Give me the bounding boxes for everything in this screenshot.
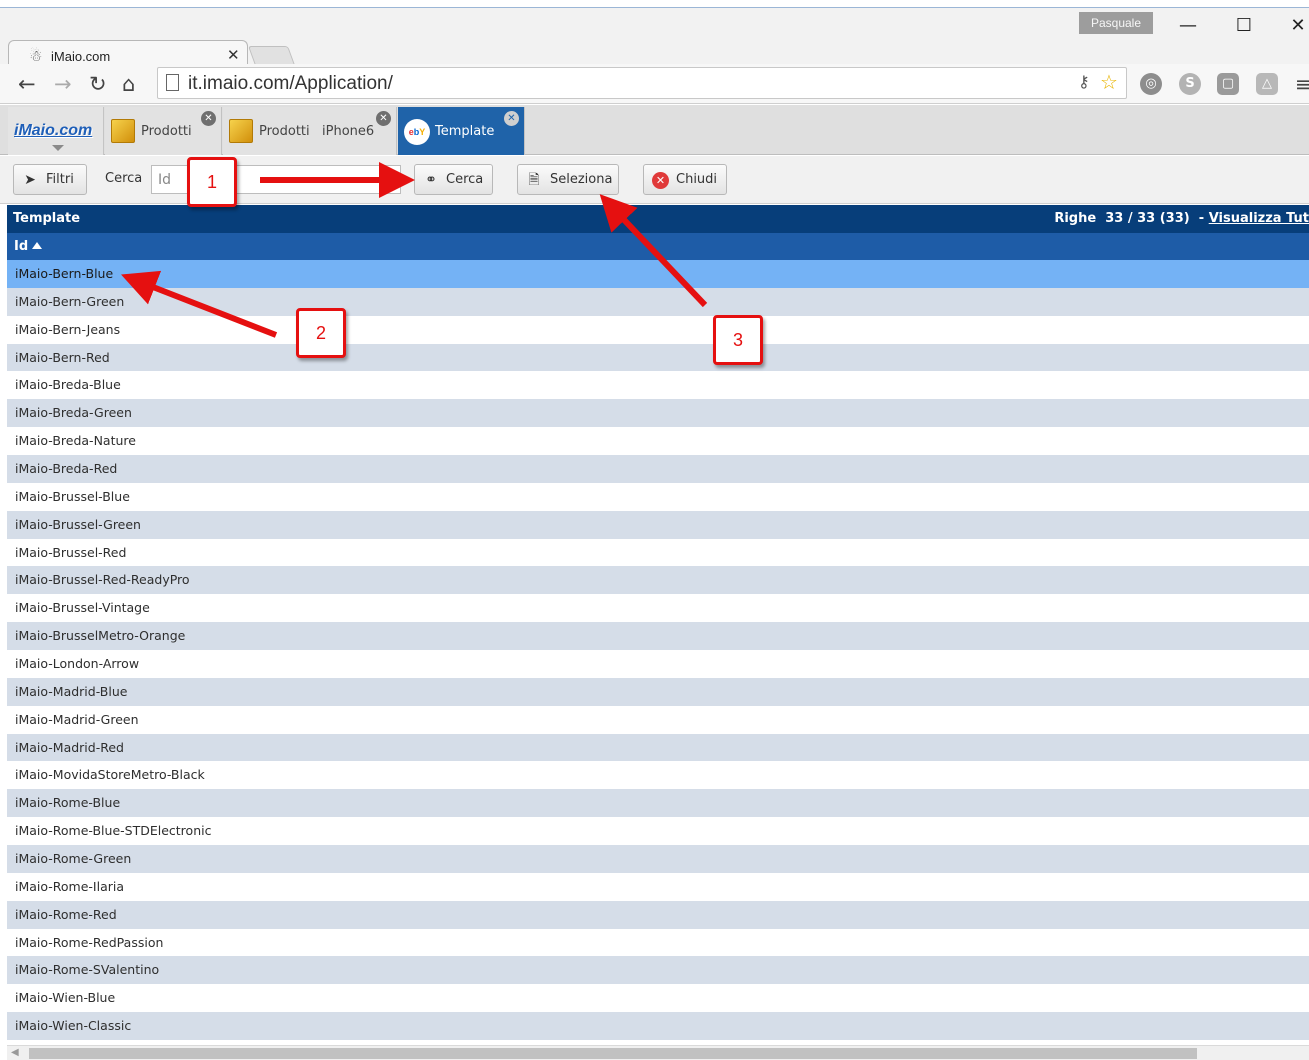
view-all-link[interactable]: Visualizza Tut (1209, 211, 1309, 226)
chevron-down-icon[interactable] (52, 145, 64, 151)
maximize-button[interactable]: ☐ (1222, 12, 1266, 40)
filtri-button[interactable]: ➤ Filtri (13, 164, 87, 195)
close-icon[interactable]: ✕ (504, 111, 519, 126)
skype-icon[interactable]: S (1179, 73, 1201, 95)
table-row[interactable]: iMaio-Madrid-Blue (7, 677, 1309, 706)
annotation-callout-3: 3 (713, 315, 763, 365)
table-row[interactable]: iMaio-Rome-RedPassion (7, 928, 1309, 957)
tab-label: Prodotti iPhone6 (259, 124, 375, 139)
chiudi-button[interactable]: ✕ Chiudi (643, 164, 727, 195)
table-row[interactable]: iMaio-MovidaStoreMetro-Black (7, 761, 1309, 790)
table-row[interactable]: iMaio-Rome-Blue-STDElectronic (7, 817, 1309, 846)
tab-label: Prodotti (141, 124, 192, 139)
sort-ascending-icon (32, 242, 43, 249)
table-row[interactable]: iMaio-Breda-Green (7, 399, 1309, 428)
page-icon (166, 74, 179, 91)
grid-title: Template (13, 211, 81, 226)
row-count-text: Righe 33 / 33 (33) - (1054, 211, 1209, 226)
table-row[interactable]: iMaio-Bern-Red (7, 343, 1309, 372)
tab-title: iMaio.com (51, 49, 111, 64)
box-icon (111, 119, 135, 143)
back-icon[interactable]: ← (18, 71, 36, 97)
tab-template[interactable]: ebY Template ✕ (398, 107, 525, 155)
table-row[interactable]: iMaio-Wien-Blue (7, 984, 1309, 1013)
tab-favicon-icon: ☃ (29, 47, 43, 65)
table-row[interactable]: iMaio-Rome-Red (7, 900, 1309, 929)
close-window-button[interactable]: ✕ (1276, 12, 1309, 40)
annotation-callout-2: 2 (296, 308, 346, 358)
ebay-icon: ebY (404, 119, 430, 145)
table-row[interactable]: iMaio-Brussel-Blue (7, 482, 1309, 511)
filtri-label: Filtri (46, 172, 74, 187)
grid-header: Id (7, 233, 1309, 260)
table-row[interactable]: iMaio-Brussel-Vintage (7, 594, 1309, 623)
star-icon[interactable]: ☆ (1100, 70, 1118, 94)
table-row[interactable]: iMaio-Rome-Green (7, 845, 1309, 873)
select-document-icon: 🗎 (528, 172, 540, 188)
search-label: Cerca (105, 171, 143, 186)
chiudi-label: Chiudi (676, 172, 718, 187)
scrollbar-thumb[interactable] (29, 1048, 1197, 1059)
user-profile-badge[interactable]: Pasquale (1079, 12, 1153, 34)
table-row[interactable]: iMaio-Wien-Classic (7, 1012, 1309, 1041)
box-icon (229, 119, 253, 143)
annotation-callout-1: 1 (187, 157, 237, 207)
table-row[interactable]: iMaio-Madrid-Green (7, 705, 1309, 734)
close-icon[interactable]: ✕ (201, 111, 216, 126)
table-row[interactable]: iMaio-Rome-Ilaria (7, 872, 1309, 901)
address-bar[interactable]: it.imaio.com/Application/ ⚷ ☆ (157, 67, 1127, 99)
browser-toolbar: ← → ↻ ⌂ it.imaio.com/Application/ ⚷ ☆ ◎ … (0, 64, 1309, 104)
binoculars-icon: ⚭ (425, 172, 437, 188)
row-count: Righe 33 / 33 (33) - Visualizza Tut (1054, 211, 1309, 226)
table-row[interactable]: iMaio-Rome-Blue (7, 789, 1309, 818)
logo-text: iMaio.com (14, 122, 93, 139)
column-header-id[interactable]: Id (14, 239, 43, 254)
filter-icon: ➤ (24, 172, 36, 188)
extension-icon[interactable]: ◎ (1140, 73, 1162, 95)
close-icon: ✕ (652, 172, 669, 189)
reload-icon[interactable]: ↻ (89, 71, 107, 97)
table-row[interactable]: iMaio-Madrid-Red (7, 733, 1309, 762)
forward-icon[interactable]: → (54, 71, 72, 97)
table-row[interactable]: iMaio-Bern-Jeans (7, 315, 1309, 344)
table-row[interactable]: iMaio-Rome-SValentino (7, 956, 1309, 985)
seleziona-label: Seleziona (550, 172, 613, 187)
cerca-button[interactable]: ⚭ Cerca (414, 164, 493, 195)
table-row[interactable]: iMaio-Brussel-Red-ReadyPro (7, 566, 1309, 595)
tab-close-icon[interactable]: ✕ (227, 46, 240, 64)
table-row[interactable]: iMaio-Breda-Red (7, 455, 1309, 483)
key-icon[interactable]: ⚷ (1078, 72, 1090, 91)
table-row[interactable]: iMaio-BrusselMetro-Orange (7, 622, 1309, 651)
table-row[interactable]: iMaio-Brussel-Green (7, 510, 1309, 539)
app-tab-bar: iMaio.com Prodotti ✕ Prodotti iPhone6 ✕ … (0, 105, 1309, 155)
extension-icon[interactable]: ▢ (1217, 73, 1239, 95)
table-row[interactable]: iMaio-Brussel-Red (7, 538, 1309, 567)
drive-icon[interactable]: △ (1256, 73, 1278, 95)
scroll-left-icon[interactable]: ◀ (11, 1047, 19, 1058)
horizontal-scrollbar[interactable]: ◀ (7, 1045, 1309, 1060)
tab-prodotti[interactable]: Prodotti ✕ (105, 107, 222, 155)
tab-label: Template (435, 124, 495, 139)
table-row[interactable]: iMaio-London-Arrow (7, 650, 1309, 678)
tab-prodotti-iphone6[interactable]: Prodotti iPhone6 ✕ (223, 107, 397, 155)
grid-body: iMaio-Bern-Blue iMaio-Bern-Green iMaio-Ber… (7, 260, 1309, 1041)
table-row[interactable]: iMaio-Breda-Blue (7, 371, 1309, 400)
cerca-label: Cerca (446, 172, 484, 187)
column-label: Id (14, 239, 29, 254)
table-row[interactable]: iMaio-Bern-Blue (7, 260, 1309, 288)
menu-icon[interactable]: ≡ (1295, 72, 1309, 96)
app-logo[interactable]: iMaio.com (8, 107, 104, 155)
table-row[interactable]: iMaio-Bern-Green (7, 287, 1309, 316)
grid-title-bar: Template Righe 33 / 33 (33) - Visualizza… (7, 205, 1309, 233)
url-text: it.imaio.com/Application/ (188, 73, 393, 94)
home-icon[interactable]: ⌂ (122, 71, 135, 97)
table-row[interactable]: iMaio-Breda-Nature (7, 427, 1309, 456)
seleziona-button[interactable]: 🗎 Seleziona (517, 164, 619, 195)
minimize-button[interactable]: — (1166, 12, 1210, 40)
close-icon[interactable]: ✕ (376, 111, 391, 126)
